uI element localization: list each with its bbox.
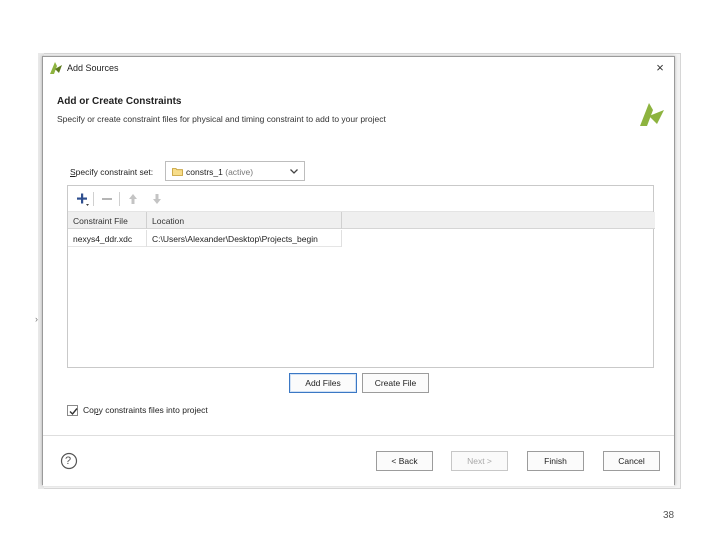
table-header: Constraint File Location [68,212,655,229]
toolbar-separator [93,192,94,206]
help-button[interactable]: ? [60,452,78,470]
next-button[interactable]: Next > [451,451,508,471]
column-divider[interactable] [146,212,147,229]
create-file-button[interactable]: Create File [362,373,429,393]
plus-icon [77,193,89,206]
cell-divider [341,230,342,247]
window-title: Add Sources [67,63,119,73]
page-heading: Add or Create Constraints [57,96,182,107]
slide: › Add Sources × Add or Create Constraint… [0,0,720,540]
close-button[interactable]: × [652,60,668,76]
folder-icon [172,168,183,176]
page-subheading: Specify or create constraint files for p… [57,114,386,124]
add-sources-dialog: Add Sources × Add or Create Constraints … [42,56,675,486]
copy-constraints-label: Copy constraints files into project [83,405,208,415]
cancel-button[interactable]: Cancel [603,451,660,471]
move-down-button[interactable] [149,191,165,207]
close-icon: × [656,60,664,75]
minus-icon [102,198,112,200]
constraint-file-location: C:\Users\Alexander\Desktop\Projects_begi… [152,234,318,244]
toolbar-separator [119,192,120,206]
arrow-down-icon [153,194,161,204]
chevron-down-icon [290,169,298,174]
dialog-footer: ? < Back Next > Finish Cancel [43,435,674,486]
constraint-file-name: nexys4_ddr.xdc [73,234,133,244]
finish-button[interactable]: Finish [527,451,584,471]
copy-constraints-checkbox[interactable] [67,405,78,416]
constraint-set-label-text: pecify constraint set: [75,167,154,177]
cell-divider [146,230,147,247]
column-header-constraint-file[interactable]: Constraint File [73,216,128,226]
slide-page-number: 38 [663,510,675,521]
remove-constraint-button[interactable] [99,191,115,207]
copy-label-prefix: Co [83,405,94,415]
help-glyph: ? [65,455,72,467]
files-toolbar [68,186,653,212]
constraint-set-dropdown[interactable]: constrs_1 (active) [165,161,305,181]
constraint-set-name: constrs_1 [186,167,223,177]
move-up-button[interactable] [125,191,141,207]
title-bar: Add Sources × [43,57,674,81]
constraint-set-label: Specify constraint set: [70,167,153,177]
constraint-set-value: constrs_1 (active) [186,167,253,177]
column-header-location[interactable]: Location [152,216,184,226]
constraint-set-active-tag: (active) [225,167,254,177]
back-button[interactable]: < Back [376,451,433,471]
add-files-button[interactable]: Add Files [289,373,357,393]
vivado-brand-logo-icon [640,103,664,126]
constraint-files-panel: Constraint File Location nexys4_ddr.xdc … [67,185,655,368]
add-constraint-button[interactable] [74,191,90,207]
copy-label-rest: y constraints files into project [98,405,208,415]
arrow-up-icon [129,194,137,204]
column-divider[interactable] [341,212,342,229]
background-chevron-icon: › [35,314,38,324]
table-row[interactable]: nexys4_ddr.xdc C:\Users\Alexander\Deskto… [68,230,342,247]
vivado-logo-icon [50,62,62,74]
checkmark-icon [69,408,78,416]
